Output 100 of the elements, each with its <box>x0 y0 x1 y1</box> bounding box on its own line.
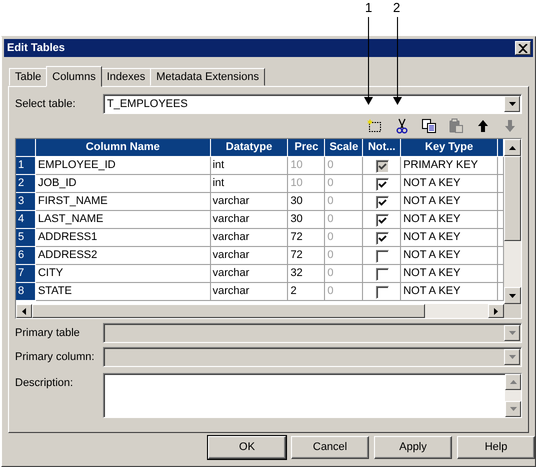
tab[interactable]: Metadata Extensions <box>150 68 265 86</box>
table-cell: varchar <box>210 211 288 229</box>
triangle-icon <box>22 308 26 314</box>
table-cell: NOT A KEY <box>401 229 498 247</box>
table-cell: varchar <box>210 265 288 283</box>
scroll-down-button[interactable] <box>505 401 521 417</box>
scroll-down-button[interactable] <box>504 287 521 304</box>
table-cell: varchar <box>210 229 288 247</box>
checkbox[interactable] <box>376 286 390 299</box>
triangle-icon <box>509 146 516 150</box>
triangle-icon <box>508 355 516 359</box>
table-cell: ADDRESS1 <box>36 229 211 247</box>
checkbox[interactable] <box>376 196 390 209</box>
table-cell: 32 <box>288 265 326 283</box>
triangle-icon <box>510 407 516 411</box>
table-cell: STATE <box>36 283 211 301</box>
tab[interactable]: Table <box>9 68 48 86</box>
column-header[interactable]: Column Name <box>36 139 211 157</box>
table-cell: 30 <box>288 211 326 229</box>
dialog-button[interactable]: OK <box>208 436 286 459</box>
table-cell: 2 <box>288 283 326 301</box>
scroll-thumb[interactable] <box>504 156 521 241</box>
column-header[interactable]: Not... <box>363 139 402 157</box>
table-cell: int <box>210 157 288 175</box>
scroll-up-button[interactable] <box>505 374 521 390</box>
vertical-scrollbar[interactable] <box>504 139 521 304</box>
table-cell: 10 <box>288 157 326 175</box>
horizontal-scrollbar[interactable] <box>16 304 521 318</box>
description-field[interactable] <box>103 373 522 418</box>
up-arrow-icon[interactable] <box>475 118 491 134</box>
table-cell: CITY <box>36 265 211 283</box>
column-header[interactable]: Prec <box>288 139 326 157</box>
header-corner[interactable] <box>16 139 36 157</box>
scroll-up-button[interactable] <box>504 139 521 156</box>
table-cell: ADDRESS2 <box>36 247 211 265</box>
checkbox[interactable] <box>376 214 390 227</box>
window-title: Edit Tables <box>7 40 65 56</box>
row-number[interactable]: 6 <box>16 247 36 265</box>
checkbox[interactable] <box>376 232 390 245</box>
cut-icon[interactable] <box>394 118 410 134</box>
tab[interactable]: Columns <box>46 66 102 87</box>
close-button[interactable] <box>515 41 531 55</box>
table-cell: NOT A KEY <box>401 283 498 301</box>
checkbox[interactable] <box>376 268 390 281</box>
table-cell: 10 <box>288 175 326 193</box>
table-cell: 72 <box>288 247 326 265</box>
table-cell: 0 <box>325 193 364 211</box>
field-label: Select table: <box>15 96 77 112</box>
table-cell: 0 <box>325 283 364 301</box>
row-number[interactable]: 3 <box>16 193 36 211</box>
table-cell: 30 <box>288 193 326 211</box>
table-cell: EMPLOYEE_ID <box>36 157 211 175</box>
table-cell: NOT A KEY <box>401 193 498 211</box>
triangle-icon <box>508 102 516 106</box>
checkbox[interactable] <box>376 178 390 191</box>
column-header[interactable]: Scale <box>325 139 364 157</box>
triangle-icon <box>510 380 516 384</box>
vertical-scrollbar[interactable] <box>505 374 521 417</box>
callout-number: 1 <box>365 1 372 15</box>
table-cell: 0 <box>325 229 364 247</box>
checkbox[interactable] <box>376 250 390 263</box>
table-cell: 0 <box>325 265 364 283</box>
table-cell: PRIMARY KEY <box>401 157 498 175</box>
row-number[interactable]: 7 <box>16 265 36 283</box>
copy-icon[interactable] <box>421 118 437 134</box>
dialog-button[interactable]: Cancel <box>291 436 369 459</box>
table-cell: LAST_NAME <box>36 211 211 229</box>
table-cell: FIRST_NAME <box>36 193 211 211</box>
row-number[interactable]: 2 <box>16 175 36 193</box>
table-cell: JOB_ID <box>36 175 211 193</box>
table-cell: NOT A KEY <box>401 175 498 193</box>
table-cell: 0 <box>325 211 364 229</box>
row-number[interactable]: 8 <box>16 283 36 301</box>
scroll-thumb[interactable] <box>32 304 425 318</box>
row-number[interactable]: 1 <box>16 157 36 175</box>
scroll-right-button[interactable] <box>488 304 504 318</box>
triangle-icon <box>494 308 498 314</box>
row-number[interactable]: 4 <box>16 211 36 229</box>
table-cell: varchar <box>210 283 288 301</box>
triangle-icon <box>508 331 516 335</box>
table-cell: NOT A KEY <box>401 265 498 283</box>
callout-number: 2 <box>393 1 400 15</box>
row-number[interactable]: 5 <box>16 229 36 247</box>
dropdown-button[interactable] <box>504 96 520 112</box>
table-select[interactable]: T_EMPLOYEES <box>103 94 522 114</box>
column-header[interactable] <box>498 139 504 157</box>
dialog-button[interactable]: Apply <box>374 436 452 459</box>
column-header[interactable]: Datatype <box>210 139 288 157</box>
table-cell: NOT A KEY <box>401 247 498 265</box>
new-row-icon[interactable] <box>367 118 383 134</box>
table-cell: int <box>210 175 288 193</box>
dialog-button[interactable]: Help <box>457 436 535 459</box>
scroll-left-button[interactable] <box>16 304 32 318</box>
table-cell: 0 <box>325 247 364 265</box>
table-cell: 0 <box>325 175 364 193</box>
column-header[interactable]: Key Type <box>401 139 498 157</box>
table-cell: varchar <box>210 193 288 211</box>
field-label: Primary column: <box>15 350 96 365</box>
field-label: Description: <box>15 376 74 391</box>
triangle-icon <box>509 294 516 298</box>
